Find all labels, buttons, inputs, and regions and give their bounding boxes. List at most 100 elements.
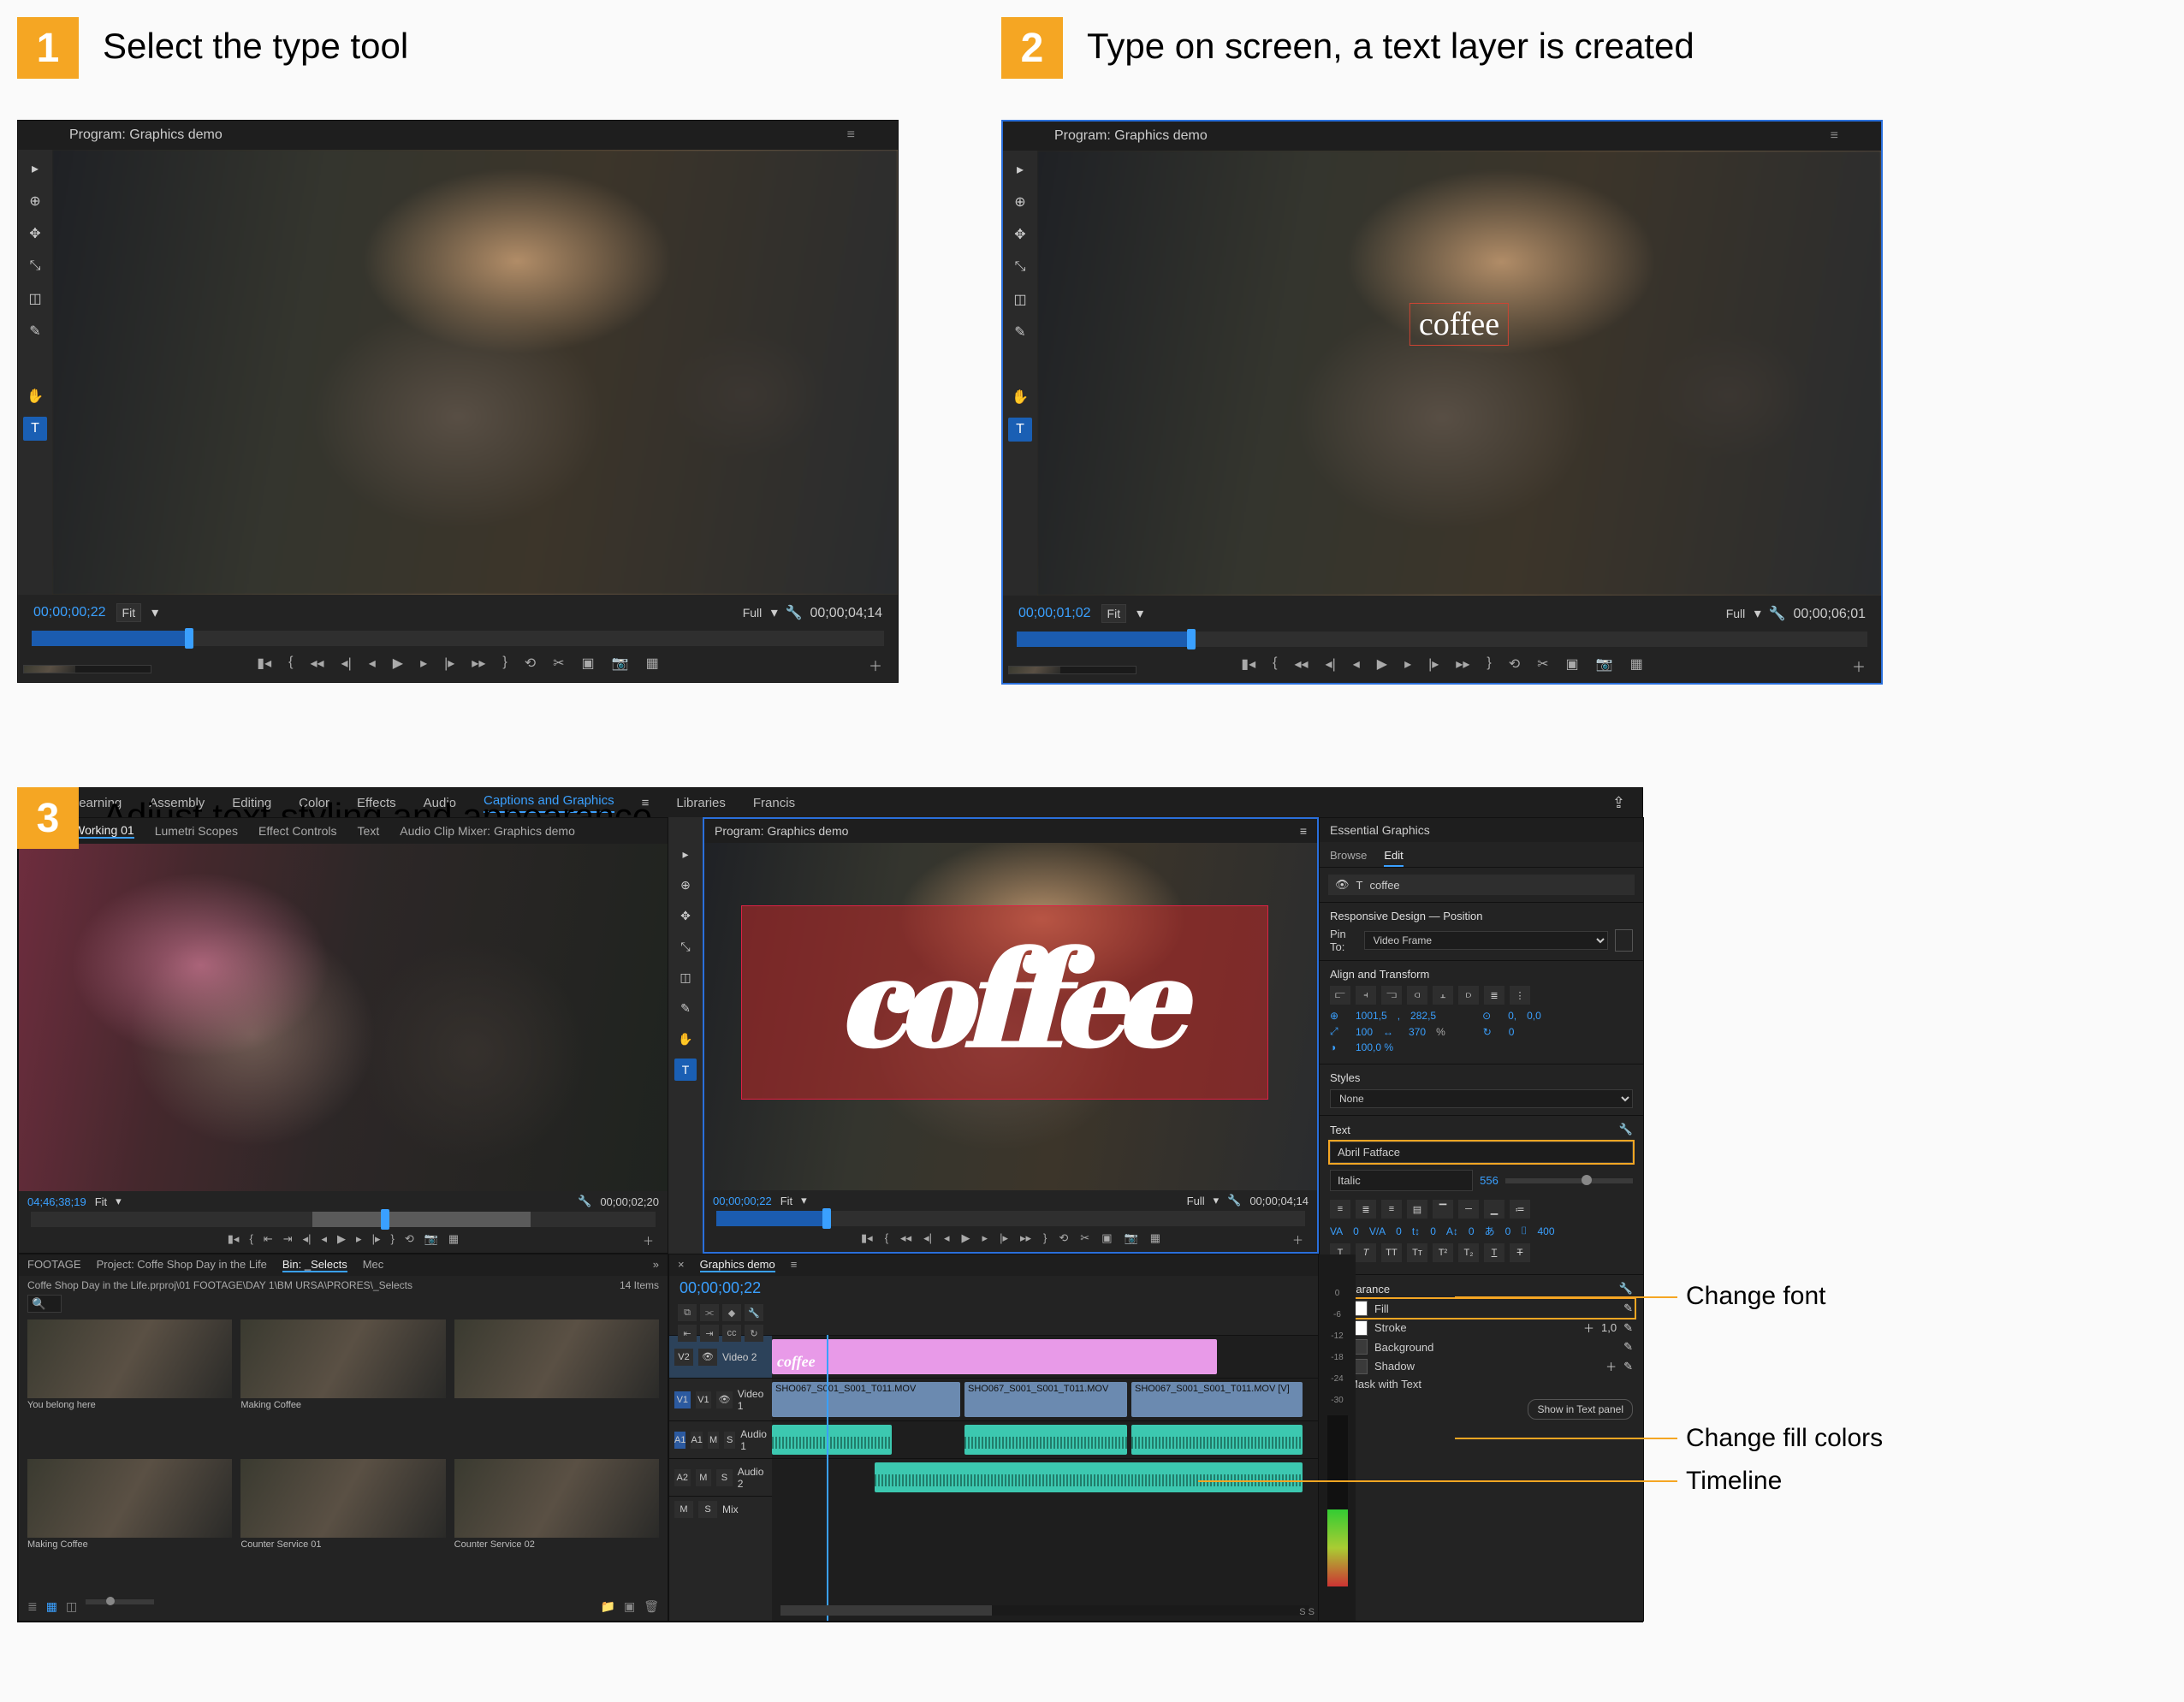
solo-icon[interactable]: S: [698, 1501, 717, 1518]
smallcaps-icon[interactable]: Tᴛ: [1407, 1243, 1427, 1262]
panel-overflow-icon[interactable]: »: [653, 1258, 659, 1272]
column-icon[interactable]: ≔: [1510, 1200, 1530, 1219]
step-forward-icon[interactable]: ▸: [982, 1231, 988, 1245]
lane-a2[interactable]: [772, 1458, 1318, 1496]
scrub-bar[interactable]: [1017, 632, 1867, 647]
subscript-icon[interactable]: T₂: [1458, 1243, 1479, 1262]
move-tool-icon[interactable]: ✥: [1008, 222, 1032, 246]
resolution-caret-icon[interactable]: ▾: [1214, 1194, 1220, 1207]
resolution-select[interactable]: Full: [738, 604, 768, 621]
lane-a1[interactable]: [772, 1420, 1318, 1458]
panel-menu-icon[interactable]: ≡: [791, 1258, 798, 1272]
wrench-icon[interactable]: 🔧: [786, 606, 803, 620]
anchor-x[interactable]: 0,: [1508, 1010, 1516, 1022]
move-tool-icon[interactable]: ✥: [23, 222, 47, 246]
overwrite-icon[interactable]: ⇥: [700, 1325, 719, 1342]
step-fwd-many-icon[interactable]: ▸▸: [1020, 1231, 1031, 1245]
eye-icon[interactable]: 👁: [1335, 878, 1350, 892]
align-top-text-icon[interactable]: ▔: [1433, 1200, 1453, 1219]
export-frame-icon[interactable]: 📷: [612, 655, 629, 672]
distribute-h-icon[interactable]: ≣: [1484, 986, 1504, 1005]
step-back-many-icon[interactable]: ◂◂: [1294, 655, 1308, 673]
button-editor-icon[interactable]: ＋: [1292, 1231, 1303, 1248]
audio-clip[interactable]: [1131, 1425, 1303, 1455]
tab-mec[interactable]: Mec: [363, 1258, 384, 1272]
lane-v1[interactable]: SHO067_S001_S001_T011.MOV SHO067_S001_S0…: [772, 1378, 1318, 1420]
video-clip[interactable]: SHO067_S001_S001_T011.MOV: [964, 1382, 1127, 1417]
tab-text[interactable]: Text: [358, 824, 380, 838]
step-forward-icon[interactable]: ▸: [420, 655, 427, 672]
close-seq-icon[interactable]: ×: [678, 1258, 685, 1272]
overwrite-icon[interactable]: ⇥: [283, 1232, 293, 1246]
position-x[interactable]: 1001,5: [1356, 1010, 1387, 1022]
rectangle-tool-icon[interactable]: ◫: [674, 966, 697, 988]
pen-tool-icon[interactable]: ✎: [674, 997, 697, 1019]
wrench-icon[interactable]: 🔧: [1227, 1194, 1241, 1207]
rotate-value[interactable]: 0: [1509, 1026, 1515, 1038]
layer-name[interactable]: coffee: [1369, 879, 1399, 892]
selection-tool-icon[interactable]: ▸: [23, 157, 47, 181]
zoom-scrollbar[interactable]: [23, 665, 151, 673]
source-viewport[interactable]: [19, 844, 668, 1191]
font-size-value[interactable]: 556: [1480, 1174, 1499, 1187]
tab-libraries[interactable]: Libraries: [676, 796, 726, 810]
tab-effect-controls[interactable]: Effect Controls: [258, 824, 337, 838]
wrench-icon[interactable]: 🔧: [578, 1195, 591, 1208]
source-fit-select[interactable]: Fit: [95, 1195, 107, 1208]
track-v1-toggle[interactable]: V1: [696, 1391, 712, 1408]
track-a2-header[interactable]: A2 M S Audio 2: [669, 1458, 772, 1496]
clip-thumbnail[interactable]: [454, 1459, 659, 1538]
zoom-fit-caret-icon[interactable]: ▾: [1137, 605, 1143, 622]
bracket-in-icon[interactable]: {: [1273, 655, 1277, 673]
wrench-icon[interactable]: 🔧: [1769, 607, 1786, 621]
opacity-value[interactable]: 100,0 %: [1356, 1041, 1393, 1053]
eyedropper-icon[interactable]: ✎: [1623, 1302, 1633, 1315]
panel-menu-icon[interactable]: ≡: [847, 128, 855, 143]
pin-to-select[interactable]: Video Frame: [1364, 931, 1608, 950]
stroke-width[interactable]: 1,0: [1601, 1321, 1617, 1334]
play-icon[interactable]: ▶: [1377, 655, 1387, 673]
video-clip[interactable]: SHO067_S001_S001_T011.MOV: [772, 1382, 960, 1417]
graphics-clip[interactable]: coffee: [772, 1339, 1217, 1374]
align-justify-icon[interactable]: ▤: [1407, 1200, 1427, 1219]
kerning-value[interactable]: 0: [1396, 1225, 1402, 1237]
strike-icon[interactable]: T: [1510, 1243, 1530, 1262]
timecode-current[interactable]: 00;00;01;02: [1018, 606, 1091, 621]
lift-icon[interactable]: ✂: [1537, 655, 1548, 673]
tab-audio-mixer[interactable]: Audio Clip Mixer: Graphics demo: [400, 824, 575, 838]
anchor-y[interactable]: 0,0: [1527, 1010, 1541, 1022]
track-v1-src-toggle[interactable]: V1: [674, 1391, 691, 1408]
comparison-view-icon[interactable]: ▦: [1150, 1231, 1160, 1245]
go-to-in-icon[interactable]: ◂|: [1326, 655, 1336, 673]
lift-icon[interactable]: ✂: [1080, 1231, 1089, 1245]
button-editor-icon[interactable]: ＋: [869, 655, 882, 675]
bracket-out-icon[interactable]: }: [390, 1232, 394, 1246]
align-bottom-text-icon[interactable]: ▁: [1484, 1200, 1504, 1219]
list-view-icon[interactable]: ≣: [27, 1599, 38, 1614]
font-style-select[interactable]: Italic: [1330, 1170, 1473, 1191]
freeform-view-icon[interactable]: ◫: [66, 1599, 77, 1614]
align-left-icon[interactable]: ⫍: [1330, 986, 1350, 1005]
track-mix-header[interactable]: M S Mix: [669, 1496, 772, 1521]
step-forward-icon[interactable]: ▸: [1404, 655, 1411, 673]
position-y[interactable]: 282,5: [1410, 1010, 1436, 1022]
scrub-bar[interactable]: [32, 631, 884, 646]
play-icon[interactable]: ▶: [337, 1232, 346, 1246]
program-fit-caret-icon[interactable]: ▾: [801, 1194, 807, 1207]
vector-tool-icon[interactable]: ⊕: [23, 189, 47, 213]
snap-icon[interactable]: ⧉: [678, 1304, 697, 1321]
resolution-select[interactable]: Full: [1721, 605, 1751, 622]
export-frame-icon[interactable]: 📷: [1125, 1231, 1138, 1245]
program-timecode-current[interactable]: 00;00;00;22: [713, 1195, 772, 1207]
rotate-tool-icon[interactable]: ⤡: [23, 254, 47, 278]
extract-icon[interactable]: ▣: [582, 655, 595, 672]
mute-icon[interactable]: M: [708, 1432, 719, 1449]
text-layer-coffee[interactable]: coffee: [1410, 303, 1509, 346]
font-family-select[interactable]: Abril Fatface: [1330, 1142, 1633, 1163]
lift-icon[interactable]: ✂: [553, 655, 564, 672]
loop-icon[interactable]: ⟲: [1509, 655, 1520, 673]
solo-icon[interactable]: S: [724, 1432, 735, 1449]
rectangle-tool-icon[interactable]: ◫: [1008, 288, 1032, 311]
go-to-in-icon[interactable]: ◂|: [341, 655, 352, 672]
button-editor-icon[interactable]: ＋: [1852, 655, 1866, 676]
